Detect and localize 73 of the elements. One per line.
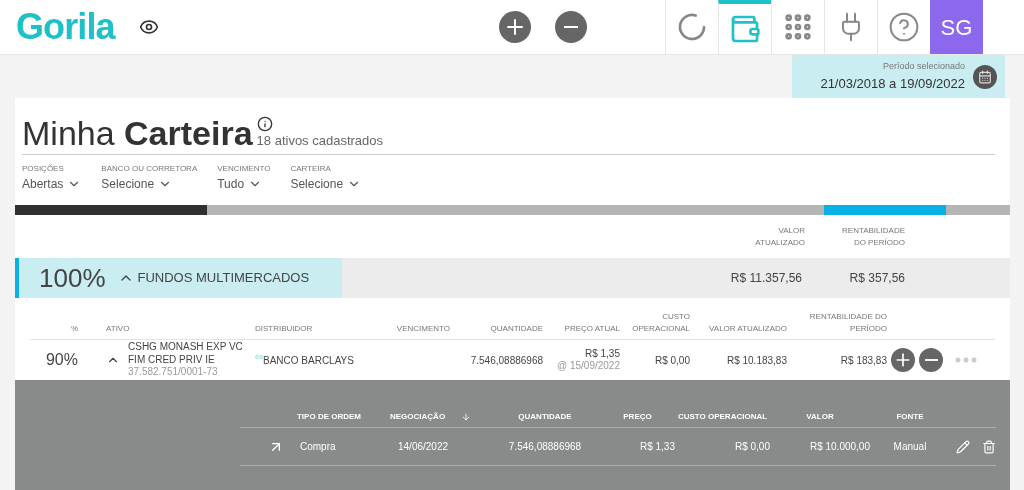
user-avatar[interactable]: SG [930,0,983,54]
asset-name: CSHG MONASH EXP VC FIM CRED PRIV IE [128,341,244,367]
group-name: FUNDOS MULTIMERCADOS [137,269,310,288]
wallet-icon [729,13,761,45]
filter-dropdown[interactable]: Tudo [217,175,271,193]
group-value: R$ 11.357,56 [729,270,802,287]
column-header: PREÇO [622,411,653,423]
remove-button[interactable] [554,11,587,43]
row-percent: 90% [44,350,79,370]
sort-arrow-icon[interactable] [461,412,472,422]
order-price: R$ 1,33 [638,440,675,454]
column-header: ATIVO [105,323,131,335]
eye-icon[interactable] [138,17,159,37]
period-label: Período selecionado [882,60,965,73]
current-price: R$ 1,35 [584,347,620,360]
order-date: 14/06/2022 [397,440,450,454]
distributor: BANCO BARCLAYS [263,353,354,368]
calendar-icon [978,69,992,84]
order-quantity: 7.546,08886968 [507,440,583,454]
column-header: QUANTIDADE [489,323,543,335]
add-button[interactable] [891,348,915,372]
column-header: VALOR ATUALIZADO [708,323,787,335]
column-header: PREÇO ATUAL [563,323,620,335]
filter-dropdown[interactable]: Abertas [22,175,82,193]
column-header: % [69,323,79,335]
delete-icon[interactable] [982,439,996,454]
column-header: NEGOCIAÇÃO [390,411,490,423]
filter-label: BANCO OU CORRETORA [101,163,198,175]
period-return: R$ 183,83 [839,353,887,368]
filter-label: POSIÇÕES [22,163,65,175]
order-cost: R$ 0,00 [733,440,770,454]
column-header: DISTRIBUIDOR [255,323,314,335]
order-type: Compra [300,440,336,454]
filter-dropdown[interactable]: Selecione [101,175,198,193]
link-icon [255,352,263,361]
column-header: CUSTO OPERACIONAL [631,311,690,335]
column-header: VENCIMENTO [395,323,450,335]
group-return: R$ 357,56 [848,270,905,287]
column-header: RENTABILIDADE DO PERÍODO [808,311,887,335]
calendar-button[interactable] [973,64,997,89]
page-title: Minha Carteira [22,116,253,150]
filter-label: CARTEIRA [290,163,332,175]
filter-dropdown[interactable]: Selecione [290,175,362,193]
column-header: TIPO DE ORDEM [296,411,362,423]
column-header: VALOR [805,411,835,423]
group-header[interactable]: 100% FUNDOS MULTIMERCADOS [15,258,342,298]
quantity: 7.546,08886968 [469,353,543,368]
grid-icon [782,11,814,43]
price-date: @ 15/09/2022 [557,360,620,373]
updated-value: R$ 10.183,83 [725,353,787,368]
column-header: CUSTO OPERACIONAL [676,411,769,423]
column-header: QUANTIDADE [517,411,573,423]
remove-button[interactable] [919,348,943,372]
asset-count: 18 ativos cadastrados [256,131,384,150]
minus-icon [924,359,938,361]
period-panel[interactable]: Período selecionado 21/03/2018 a 19/09/2022 [792,55,1005,98]
operational-cost: R$ 0,00 [653,353,690,368]
group-percent: 100% [39,261,106,295]
column-header: RENTABILIDADE DO PERÍODO [841,224,905,249]
filter-label: VENCIMENTO [217,163,271,175]
column-header: FONTE [895,411,925,423]
add-button[interactable] [498,11,531,43]
order-value: R$ 10.000,00 [808,440,870,454]
order-source: Manual [892,440,928,454]
edit-icon[interactable] [956,439,970,454]
help-icon [888,11,920,43]
asset-cnpj: 37.582.751/0001-73 [128,366,219,379]
period-value: 21/03/2018 a 19/09/2022 [820,74,965,93]
minus-icon [562,26,579,28]
column-header: VALOR ATUALIZADO [754,224,805,249]
more-icon [955,357,977,363]
nav-tab[interactable] [718,0,771,54]
info-icon[interactable] [256,116,273,132]
